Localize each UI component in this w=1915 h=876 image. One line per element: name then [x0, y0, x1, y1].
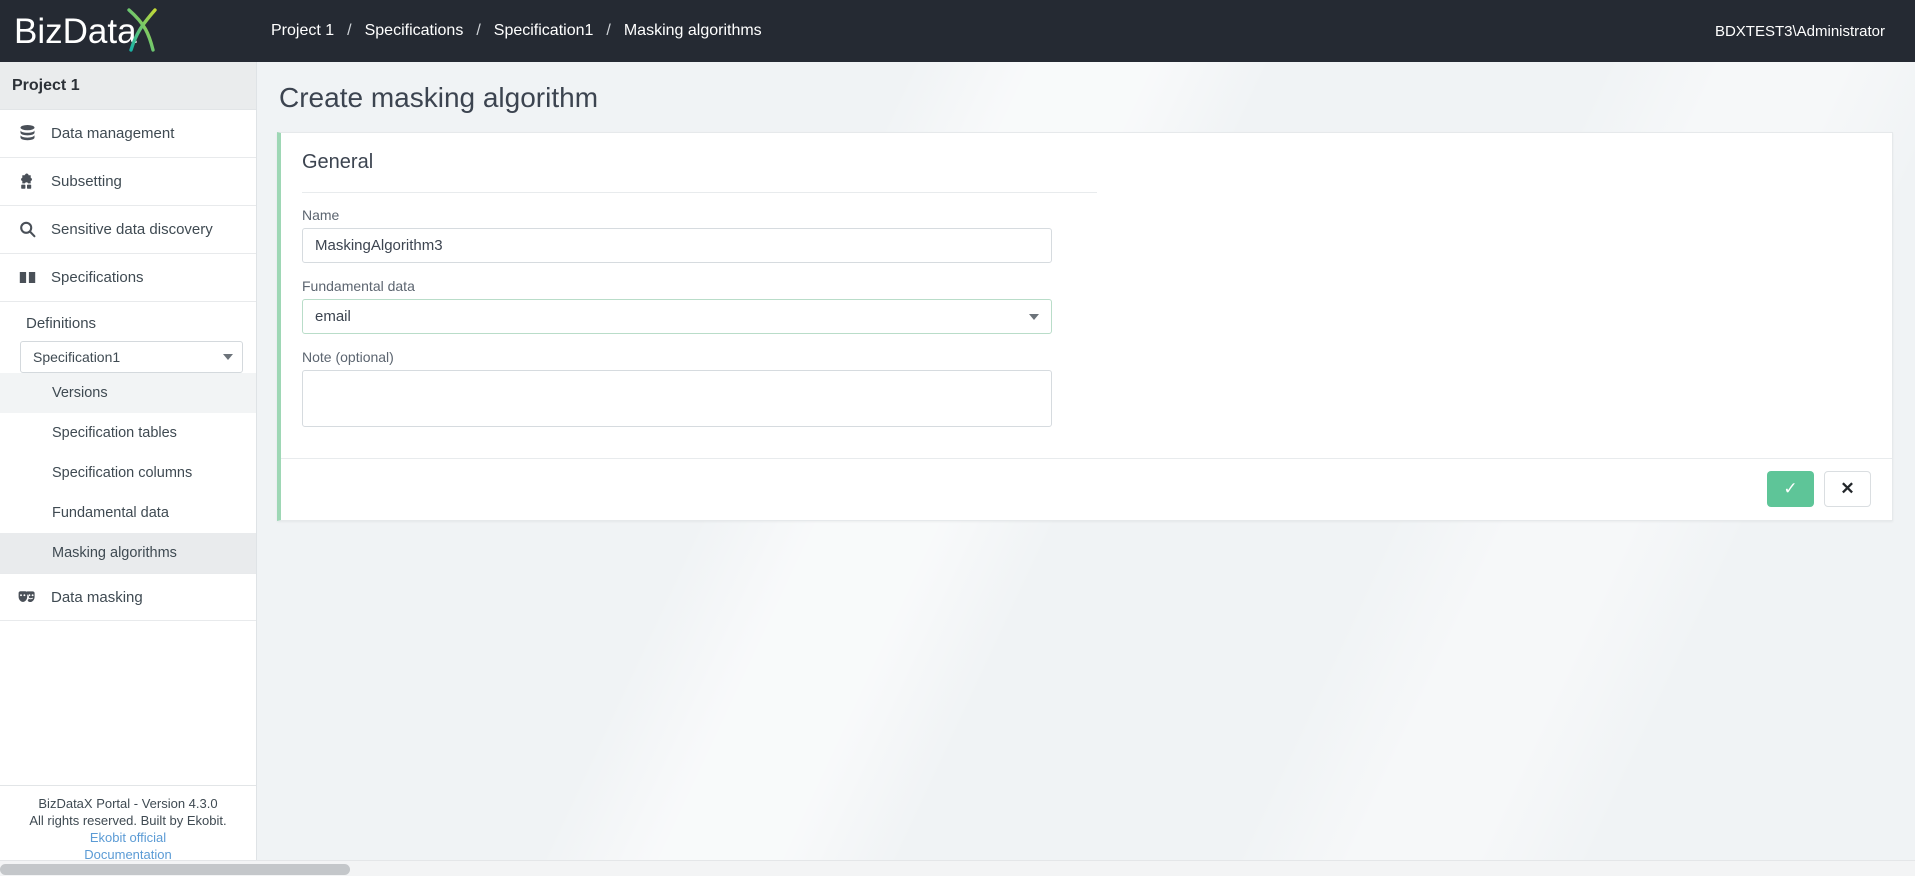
horizontal-scrollbar[interactable] [0, 860, 1915, 876]
sidebar-project-title: Project 1 [0, 62, 256, 110]
sidebar-item-label: Data masking [51, 588, 143, 606]
sidebar-item-subsetting[interactable]: Subsetting [0, 158, 256, 206]
breadcrumb: Project 1 / Specifications / Specificati… [257, 22, 762, 40]
field-fundamental-data: Fundamental data email [302, 278, 1871, 334]
chevron-down-icon [223, 354, 233, 360]
breadcrumb-separator: / [606, 22, 611, 39]
sidebar-item-fundamental-data[interactable]: Fundamental data [0, 493, 256, 533]
check-icon: ✓ [1783, 479, 1798, 498]
footer-rights-line: All rights reserved. Built by Ekobit. [29, 813, 227, 829]
x-logo-icon [119, 4, 171, 62]
sidebar-item-specification-tables[interactable]: Specification tables [0, 413, 256, 453]
field-name: Name [302, 207, 1871, 263]
sidebar-item-specifications[interactable]: Specifications [0, 254, 256, 302]
cancel-button[interactable]: ✕ [1824, 471, 1871, 507]
card-footer: ✓ ✕ [281, 458, 1892, 520]
database-icon [14, 124, 40, 143]
sidebar-item-label: Subsetting [51, 173, 122, 190]
chevron-down-icon [1029, 313, 1039, 320]
definitions-label: Definitions [26, 315, 97, 332]
sidebar-item-sensitive-data-discovery[interactable]: Sensitive data discovery [0, 206, 256, 254]
specification-select-value: Specification1 [33, 349, 121, 365]
save-button[interactable]: ✓ [1767, 471, 1814, 507]
sub-item-label: Specification columns [52, 465, 193, 481]
theater-masks-icon [14, 588, 40, 607]
puzzle-piece-icon [14, 172, 40, 191]
book-icon [14, 268, 40, 287]
fundamental-data-label: Fundamental data [302, 278, 415, 294]
app-root: BizData Project 1 / Specifications / Spe… [0, 0, 1915, 876]
sidebar-item-specification-columns[interactable]: Specification columns [0, 453, 256, 493]
scrollbar-thumb[interactable] [0, 864, 350, 875]
breadcrumb-item-masking-algorithms[interactable]: Masking algorithms [624, 22, 762, 40]
sidebar-item-versions[interactable]: Versions [0, 373, 256, 413]
note-textarea[interactable] [302, 370, 1052, 427]
breadcrumb-separator: / [476, 22, 481, 39]
main-content: Create masking algorithm General Name Fu… [257, 62, 1915, 876]
sidebar-item-label: Sensitive data discovery [51, 221, 213, 238]
note-label: Note (optional) [302, 349, 394, 365]
sidebar-item-label: Specifications [51, 269, 144, 286]
sidebar-item-data-management[interactable]: Data management [0, 110, 256, 158]
footer-link-ekobit-official[interactable]: Ekobit official [0, 830, 256, 847]
sidebar-item-data-masking[interactable]: Data masking [0, 573, 256, 621]
sub-item-label: Specification tables [52, 425, 177, 441]
search-icon [14, 220, 40, 239]
fundamental-data-select[interactable]: email [302, 299, 1052, 334]
brand-name: BizData [14, 7, 157, 52]
sub-item-label: Masking algorithms [52, 545, 177, 561]
field-note: Note (optional) [302, 349, 1871, 432]
fundamental-data-value: email [315, 308, 351, 325]
sub-item-label: Versions [52, 385, 108, 401]
page-title: Create masking algorithm [279, 82, 599, 113]
top-bar: BizData Project 1 / Specifications / Spe… [0, 0, 1915, 62]
specifications-submenu: Definitions Specification1 Versions Spec… [0, 302, 256, 573]
breadcrumb-separator: / [347, 22, 352, 39]
name-input[interactable] [302, 228, 1052, 263]
main-inner: Create masking algorithm General Name Fu… [257, 62, 1915, 521]
footer-version-line: BizDataX Portal - Version 4.3.0 [38, 796, 218, 812]
close-icon: ✕ [1840, 479, 1855, 498]
general-card: General Name Fundamental data email [277, 132, 1893, 521]
card-body: Name Fundamental data email Note (option [281, 193, 1892, 458]
body-row: Project 1 Data management Subsetting Sen… [0, 62, 1915, 876]
name-label: Name [302, 207, 340, 223]
card-section-title: General [302, 151, 374, 173]
current-user-label[interactable]: BDXTEST3\Administrator [1715, 23, 1915, 40]
sidebar-item-label: Data management [51, 125, 175, 142]
breadcrumb-item-specification1[interactable]: Specification1 [494, 22, 594, 40]
sub-item-label: Fundamental data [52, 505, 169, 521]
brand-logo[interactable]: BizData [0, 0, 257, 62]
specification-select[interactable]: Specification1 [20, 341, 243, 373]
breadcrumb-item-project[interactable]: Project 1 [271, 22, 334, 40]
breadcrumb-item-specifications[interactable]: Specifications [365, 22, 464, 40]
sidebar: Project 1 Data management Subsetting Sen… [0, 62, 257, 876]
sidebar-item-masking-algorithms[interactable]: Masking algorithms [0, 533, 256, 573]
